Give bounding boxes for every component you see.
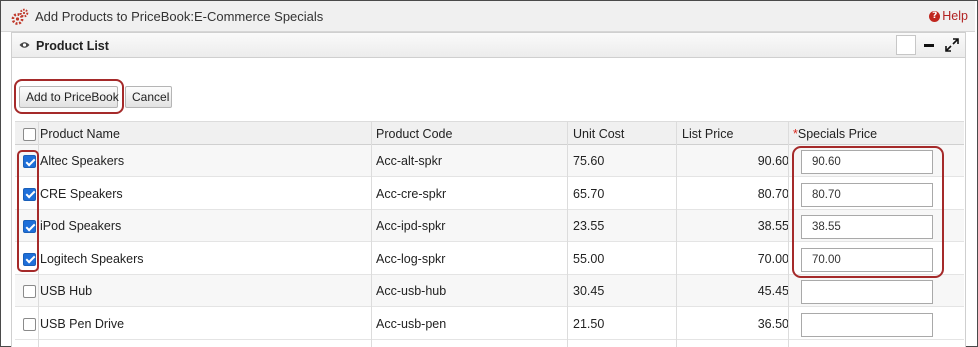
specials-price-input[interactable] [801, 150, 933, 174]
column-divider [788, 121, 789, 347]
product-name: Altec Speakers [40, 154, 125, 168]
list-price: 45.45 [757, 284, 789, 298]
table-header: Product Name Product Code Unit Cost List… [15, 121, 964, 145]
minus-icon [924, 44, 934, 47]
column-divider [38, 121, 39, 347]
section-toggle-button[interactable] [896, 35, 916, 55]
help-label: Help [942, 9, 968, 23]
col-specials-price-label: Specials Price [797, 127, 878, 141]
specials-price-input[interactable] [801, 215, 933, 239]
unit-cost: 55.00 [573, 251, 605, 266]
unit-cost: 21.50 [573, 316, 605, 331]
gears-icon [11, 8, 29, 25]
select-all-checkbox[interactable] [23, 128, 36, 141]
window-title: Add Products to PriceBook:E-Commerce Spe… [35, 9, 324, 24]
product-name: Logitech Speakers [40, 251, 144, 266]
product-code: Acc-alt-spkr [376, 154, 442, 168]
cancel-button[interactable]: Cancel [125, 86, 172, 108]
specials-price-input[interactable] [801, 182, 933, 207]
product-code: Acc-cre-spkr [376, 186, 447, 201]
product-code: Acc-usb-pen [376, 316, 447, 331]
col-product-name: Product Name [40, 127, 120, 141]
column-divider [371, 121, 372, 347]
unit-cost: 75.60 [573, 154, 605, 168]
help-link[interactable]: ? Help [929, 9, 968, 23]
maximize-button[interactable] [942, 35, 962, 55]
row-checkbox[interactable] [23, 317, 36, 331]
list-price: 36.50 [757, 316, 789, 331]
product-name: iPod Speakers [40, 219, 122, 233]
specials-price-input[interactable] [801, 247, 933, 272]
unit-cost: 65.70 [573, 186, 605, 201]
col-unit-cost: Unit Cost [573, 127, 625, 141]
product-code: Acc-ipd-spkr [376, 219, 446, 233]
expand-icon [945, 38, 959, 52]
table-row: USB Hub Acc-usb-hub 30.45 45.45 [15, 275, 964, 307]
column-divider [567, 121, 568, 347]
table-row: USB Pen Drive Acc-usb-pen 21.50 36.50 [15, 307, 964, 340]
col-product-code: Product Code [376, 127, 453, 141]
list-price: 80.70 [757, 186, 789, 201]
unit-cost: 30.45 [573, 284, 605, 298]
table-row: Altec Speakers Acc-alt-spkr 75.60 90.60 [15, 145, 964, 177]
product-name: CRE Speakers [40, 186, 123, 201]
table-row: CRE Speakers Acc-cre-spkr 65.70 80.70 [15, 177, 964, 210]
product-list-header: Product List [11, 32, 966, 58]
product-name: USB Hub [40, 284, 93, 298]
product-code: Acc-usb-hub [376, 284, 447, 298]
specials-price-input[interactable] [801, 280, 933, 304]
specials-price-input[interactable] [801, 312, 933, 337]
eye-icon [19, 42, 30, 48]
list-price: 90.60 [757, 154, 789, 168]
product-code: Acc-log-spkr [376, 251, 446, 266]
list-price: 38.55 [757, 219, 789, 233]
row-checkbox[interactable] [23, 285, 36, 298]
col-list-price: List Price [682, 127, 734, 141]
minimize-button[interactable] [919, 35, 939, 55]
row-checkbox[interactable] [23, 155, 36, 168]
product-name: USB Pen Drive [40, 316, 125, 331]
table-row: iPod Speakers Acc-ipd-spkr 23.55 38.55 [15, 210, 964, 242]
row-checkbox[interactable] [23, 252, 36, 266]
row-checkbox[interactable] [23, 187, 36, 201]
list-price: 70.00 [757, 251, 789, 266]
section-title: Product List [36, 39, 109, 53]
column-divider [676, 121, 677, 347]
col-specials-price: *Specials Price [793, 127, 877, 141]
title-bar: Add Products to PriceBook:E-Commerce Spe… [1, 1, 975, 32]
unit-cost: 23.55 [573, 219, 605, 233]
table-row: Logitech Speakers Acc-log-spkr 55.00 70.00 [15, 242, 964, 275]
help-icon: ? [929, 10, 941, 22]
row-checkbox[interactable] [23, 220, 36, 233]
add-to-pricebook-button[interactable]: Add to PriceBook [19, 86, 119, 108]
